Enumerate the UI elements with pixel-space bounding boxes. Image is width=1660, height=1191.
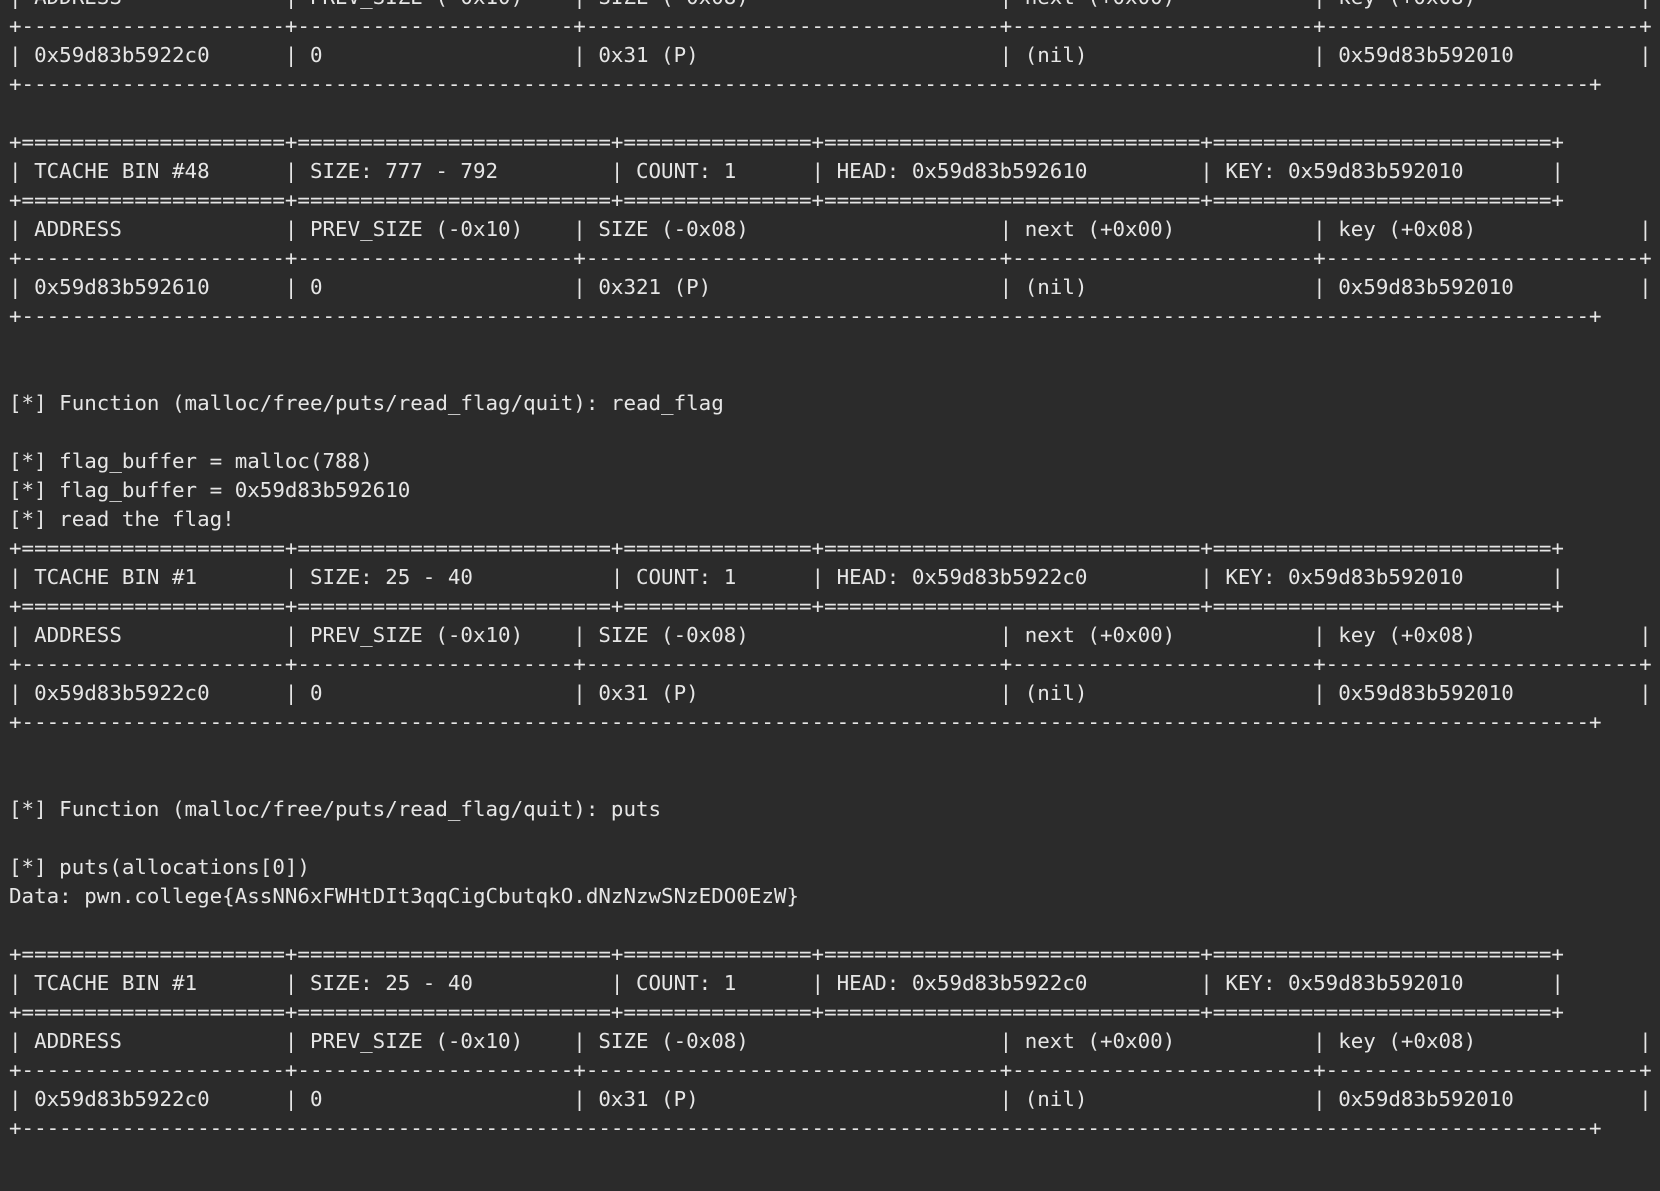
terminal-line: +=====================+=================… [9, 942, 1564, 966]
terminal-line: [*] Function (malloc/free/puts/read_flag… [9, 797, 662, 821]
terminal-line: +---------------------+-----------------… [9, 246, 1652, 270]
terminal-line: +---------------------------------------… [9, 710, 1602, 734]
terminal-line: +=====================+=================… [9, 188, 1564, 212]
terminal-line: | 0x59d83b592610 | 0 | 0x321 (P) | (nil)… [9, 275, 1652, 299]
terminal-line: [*] puts(allocations[0]) [9, 855, 310, 879]
terminal-line: +=====================+=================… [9, 1000, 1564, 1024]
terminal-line: | ADDRESS | PREV_SIZE (-0x10) | SIZE (-0… [9, 1029, 1652, 1053]
terminal-line: +---------------------+-----------------… [9, 14, 1652, 38]
terminal-line: | 0x59d83b5922c0 | 0 | 0x31 (P) | (nil) … [9, 43, 1652, 67]
terminal-line: Data: pwn.college{AssNN6xFWHtDIt3qqCigCb… [9, 884, 799, 908]
terminal-line: | TCACHE BIN #1 | SIZE: 25 - 40 | COUNT:… [9, 565, 1564, 589]
terminal-line: +---------------------------------------… [9, 304, 1602, 328]
terminal-output: | ADDRESS | PREV_SIZE (-0x10) | SIZE (-0… [9, 0, 1652, 1143]
terminal-line: +---------------------------------------… [9, 72, 1602, 96]
terminal-line: +---------------------------------------… [9, 1116, 1602, 1140]
terminal-line: [*] flag_buffer = 0x59d83b592610 [9, 478, 411, 502]
terminal-line: +=====================+=================… [9, 130, 1564, 154]
terminal-line: | ADDRESS | PREV_SIZE (-0x10) | SIZE (-0… [9, 623, 1652, 647]
terminal-line: +=====================+=================… [9, 536, 1564, 560]
terminal-window[interactable]: | ADDRESS | PREV_SIZE (-0x10) | SIZE (-0… [0, 0, 1660, 1191]
terminal-line: | TCACHE BIN #1 | SIZE: 25 - 40 | COUNT:… [9, 971, 1564, 995]
terminal-line: | ADDRESS | PREV_SIZE (-0x10) | SIZE (-0… [9, 0, 1652, 12]
terminal-line: | TCACHE BIN #48 | SIZE: 777 - 792 | COU… [9, 159, 1564, 183]
terminal-line: +=====================+=================… [9, 594, 1564, 618]
terminal-line: [*] read the flag! [9, 507, 235, 531]
terminal-line: [*] flag_buffer = malloc(788) [9, 449, 373, 473]
terminal-line: | 0x59d83b5922c0 | 0 | 0x31 (P) | (nil) … [9, 1087, 1652, 1111]
terminal-line: +---------------------+-----------------… [9, 652, 1652, 676]
terminal-line: +---------------------+-----------------… [9, 1058, 1652, 1082]
terminal-line: | 0x59d83b5922c0 | 0 | 0x31 (P) | (nil) … [9, 681, 1652, 705]
terminal-line: | ADDRESS | PREV_SIZE (-0x10) | SIZE (-0… [9, 217, 1652, 241]
terminal-line: [*] Function (malloc/free/puts/read_flag… [9, 391, 724, 415]
